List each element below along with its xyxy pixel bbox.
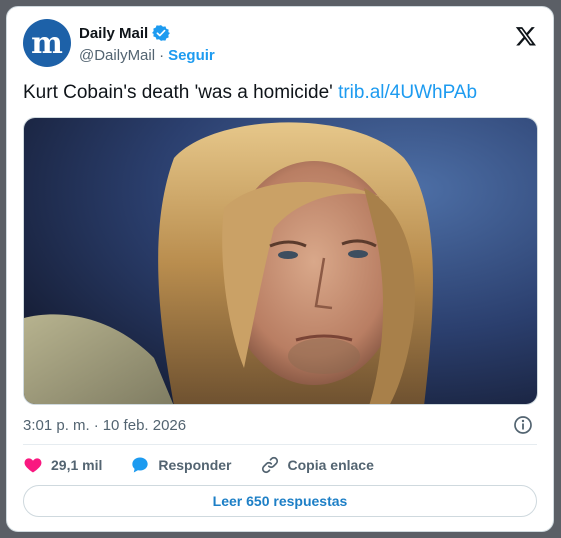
divider (23, 444, 537, 445)
reply-bubble-icon (132, 457, 149, 473)
x-logo-icon[interactable] (515, 25, 537, 47)
handle-separator: · (159, 46, 165, 64)
tweet-card: m Daily Mail @DailyMail · Seguir Kurt Co… (6, 6, 554, 532)
tweet-actions: 29,1 mil Responder Copia enlace (23, 455, 537, 475)
timestamp-separator: · (93, 416, 99, 434)
tweet-header: m Daily Mail @DailyMail · Seguir (23, 19, 539, 67)
svg-text:m: m (31, 28, 63, 58)
likes-count: 29,1 mil (51, 457, 103, 473)
heart-icon (24, 458, 42, 473)
read-replies-button[interactable]: Leer 650 respuestas (23, 485, 537, 517)
avatar[interactable]: m (23, 19, 71, 67)
verified-badge-icon (152, 24, 171, 42)
tweet-photo[interactable] (23, 117, 538, 405)
follow-button[interactable]: Seguir (168, 47, 215, 64)
like-button[interactable]: 29,1 mil (23, 455, 102, 475)
tweet-time: 3:01 p. m. (23, 416, 90, 434)
copy-link-label: Copia enlace (287, 457, 374, 473)
tweet-link[interactable]: trib.al/4UWhPAb (338, 82, 477, 103)
info-icon[interactable] (513, 415, 533, 435)
tweet-date: 10 feb. 2026 (102, 416, 187, 434)
tweet-text: Kurt Cobain's death 'was a homicide' tri… (23, 81, 537, 105)
tweet-timestamp[interactable]: 3:01 p. m. · 10 feb. 2026 (23, 415, 537, 435)
reply-label: Responder (158, 457, 232, 473)
daily-mail-logo-icon: m (31, 28, 63, 58)
read-replies-label: Leer 650 respuestas (212, 493, 348, 509)
portrait-photo-icon (24, 118, 537, 404)
tweet-body: Kurt Cobain's death 'was a homicide' (23, 82, 333, 103)
author-handle[interactable]: @DailyMail (79, 47, 155, 64)
link-icon (261, 456, 278, 474)
reply-button[interactable]: Responder (130, 455, 232, 475)
copy-link-button[interactable]: Copia enlace (260, 455, 374, 475)
display-name[interactable]: Daily Mail (79, 25, 148, 42)
author-names: Daily Mail @DailyMail · Seguir (79, 23, 215, 65)
